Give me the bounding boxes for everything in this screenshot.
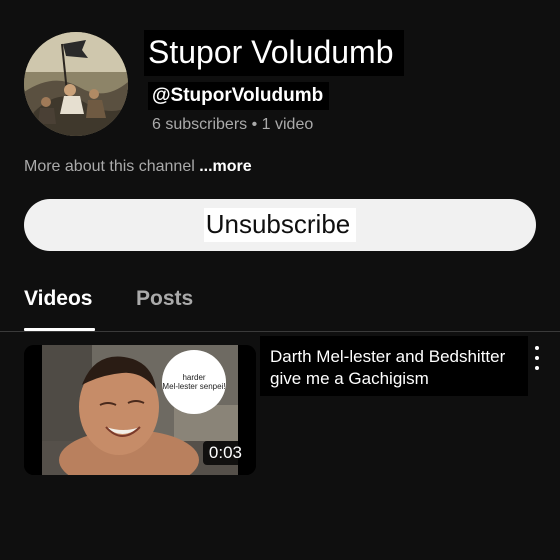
channel-handle: @StuporVoludumb (148, 82, 330, 110)
tab-posts[interactable]: Posts (136, 286, 193, 312)
bubble-line: Mel-lester senpei! (162, 382, 226, 391)
tabs-divider (0, 331, 560, 332)
channel-name: Stupor Voludumb (144, 30, 404, 76)
about-more-link[interactable]: ...more (199, 158, 251, 175)
about-text: More about this channel (24, 158, 200, 175)
video-title[interactable]: Darth Mel-lester and Bedshitter give me … (260, 336, 528, 396)
unsubscribe-button[interactable]: Unsubscribe (24, 199, 536, 251)
channel-stats: 6 subscribers • 1 video (152, 116, 314, 133)
video-thumbnail[interactable]: harder Mel-lester senpei! 0:03 (24, 345, 256, 475)
avatar-painting-image (24, 32, 128, 136)
channel-about-link[interactable]: More about this channel ...more (24, 157, 252, 177)
bubble-line: harder (182, 373, 206, 382)
channel-avatar[interactable] (24, 32, 128, 136)
more-options-icon[interactable] (530, 346, 544, 370)
thumbnail-speech-bubble: harder Mel-lester senpei! (162, 350, 226, 414)
unsubscribe-label: Unsubscribe (203, 208, 357, 242)
video-duration-badge: 0:03 (202, 441, 248, 465)
tab-videos[interactable]: Videos (24, 286, 92, 312)
